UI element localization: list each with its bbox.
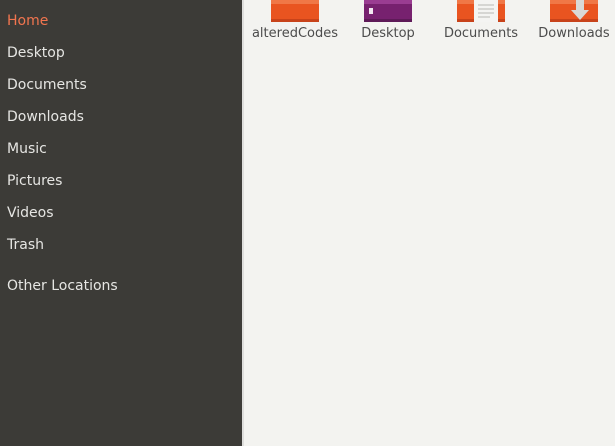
sidebar-item-label: Trash [7,237,44,253]
documents-folder-icon [457,0,505,22]
file-manager-window: Home Desktop Documents Downloads Music P… [0,0,615,446]
file-item-downloads[interactable]: Downloads [529,0,615,64]
file-view[interactable]: alteredCodes Desktop Documents Downloads [244,0,615,446]
file-item-documents[interactable]: Documents [436,0,526,64]
sidebar-item-trash[interactable]: Trash [0,230,242,260]
orange-folder-icon [271,0,319,22]
sidebar: Home Desktop Documents Downloads Music P… [0,0,242,446]
sidebar-item-other-locations[interactable]: Other Locations [0,271,242,301]
sidebar-item-label: Documents [7,77,87,93]
file-item-label: alteredCodes [251,26,339,41]
sidebar-item-label: Downloads [7,109,84,125]
sidebar-item-label: Music [7,141,47,157]
sidebar-item-videos[interactable]: Videos [0,198,242,228]
sidebar-item-label: Other Locations [7,278,118,294]
sidebar-item-desktop[interactable]: Desktop [0,38,242,68]
sidebar-item-label: Desktop [7,45,65,61]
file-item-label: Desktop [361,26,415,41]
file-item-desktop[interactable]: Desktop [343,0,433,64]
purple-desktop-folder-icon [364,0,412,22]
sidebar-item-documents[interactable]: Documents [0,70,242,100]
sidebar-item-label: Home [7,13,49,29]
sidebar-item-pictures[interactable]: Pictures [0,166,242,196]
file-item-alteredcodes[interactable]: alteredCodes [250,0,340,64]
sidebar-item-downloads[interactable]: Downloads [0,102,242,132]
sidebar-item-label: Pictures [7,173,63,189]
file-item-label: Downloads [538,26,610,41]
sidebar-item-home[interactable]: Home [0,6,242,36]
sidebar-item-label: Videos [7,205,54,221]
file-item-label: Documents [443,26,519,41]
sidebar-item-music[interactable]: Music [0,134,242,164]
downloads-folder-icon [550,0,598,22]
